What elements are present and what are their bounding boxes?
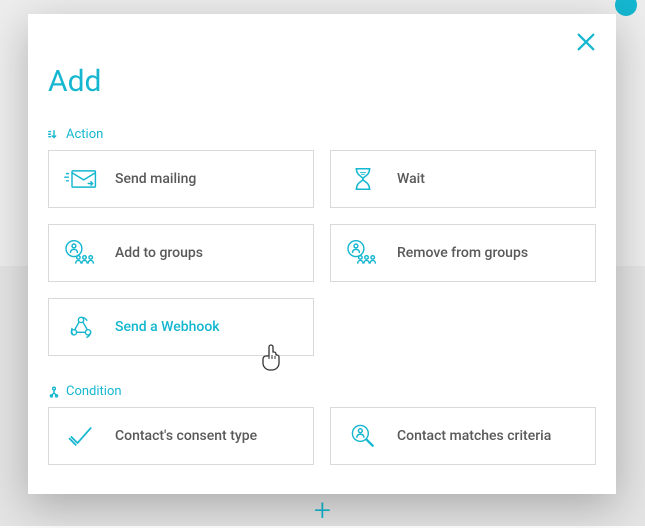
action-send-mailing[interactable]: Send mailing xyxy=(48,150,314,208)
search-person-icon xyxy=(345,418,381,454)
action-remove-from-groups-label: Remove from groups xyxy=(397,245,528,261)
action-send-mailing-label: Send mailing xyxy=(115,171,196,187)
action-add-to-groups[interactable]: Add to groups xyxy=(48,224,314,282)
close-button[interactable] xyxy=(572,28,600,56)
hourglass-icon xyxy=(345,161,381,197)
condition-consent-type-label: Contact's consent type xyxy=(115,428,257,444)
action-send-webhook[interactable]: Send a Webhook xyxy=(48,298,314,356)
action-add-to-groups-label: Add to groups xyxy=(115,245,203,261)
dialog-title: Add xyxy=(48,64,596,99)
check-icon xyxy=(63,418,99,454)
condition-matches-criteria[interactable]: Contact matches criteria xyxy=(330,407,596,465)
section-label-condition: Condition xyxy=(48,384,596,399)
action-grid: Send mailing Wait xyxy=(48,150,596,356)
section-label-action: Action xyxy=(48,127,596,142)
mail-icon xyxy=(63,161,99,197)
add-groups-icon xyxy=(63,235,99,271)
action-send-webhook-label: Send a Webhook xyxy=(115,319,220,335)
add-dialog: Add Action Send mailing xyxy=(28,14,616,494)
section-label-action-text: Action xyxy=(66,127,103,142)
section-label-condition-text: Condition xyxy=(66,384,122,399)
action-wait-label: Wait xyxy=(397,171,425,187)
condition-section-icon xyxy=(48,386,60,398)
condition-grid: Contact's consent type Contact matches c… xyxy=(48,407,596,465)
webhook-icon xyxy=(63,309,99,345)
remove-groups-icon xyxy=(345,235,381,271)
action-wait[interactable]: Wait xyxy=(330,150,596,208)
action-remove-from-groups[interactable]: Remove from groups xyxy=(330,224,596,282)
plus-icon: + xyxy=(314,496,331,526)
action-section-icon xyxy=(48,129,60,141)
condition-consent-type[interactable]: Contact's consent type xyxy=(48,407,314,465)
condition-matches-criteria-label: Contact matches criteria xyxy=(397,428,551,444)
close-icon xyxy=(575,31,597,53)
